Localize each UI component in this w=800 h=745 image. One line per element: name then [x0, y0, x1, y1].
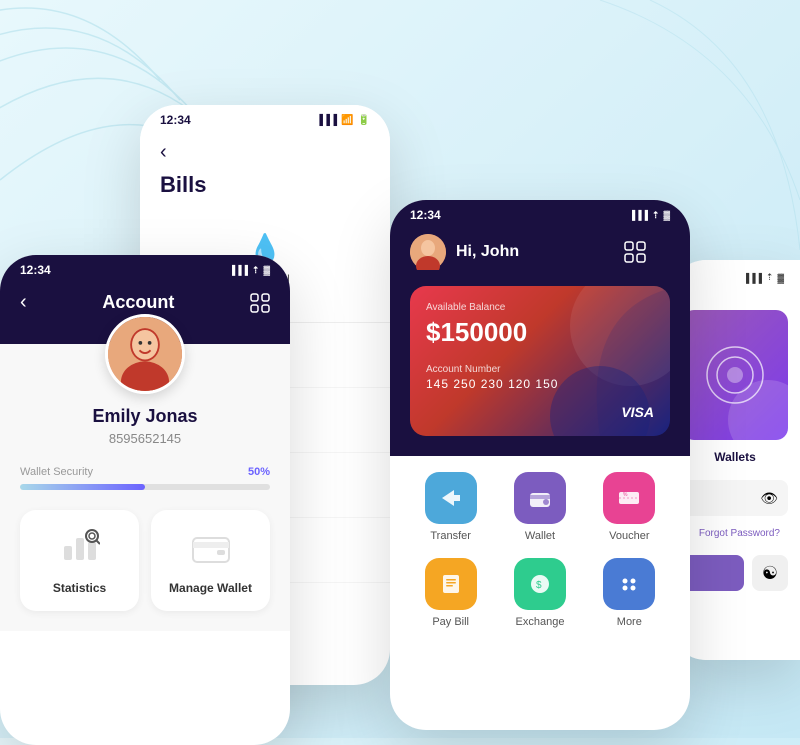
account-status-bar: 12:34 ▐▐▐ ⇡ ▓ [0, 255, 290, 281]
statistics-card[interactable]: Statistics [20, 510, 139, 611]
bills-header: ‹ Bills [140, 131, 390, 218]
card-brand: VISA [621, 404, 654, 420]
dashboard-grid-icon[interactable] [624, 241, 670, 263]
transfer-label: Transfer [430, 530, 471, 542]
action-cards: Statistics Manage Wallet [20, 510, 270, 611]
wifi-icon: 📶 [341, 115, 353, 126]
bills-back-arrow[interactable]: ‹ [160, 141, 370, 164]
manage-wallet-label: Manage Wallet [169, 581, 252, 595]
avatar-placeholder [108, 317, 182, 391]
dashboard-header: Hi, John [390, 226, 690, 286]
paybill-label: Pay Bill [432, 616, 469, 628]
more-icon [603, 558, 655, 610]
account-grid-icon[interactable] [250, 293, 270, 313]
right-field-1: 👁 [682, 480, 788, 516]
action-row-2: Pay Bill $ Exchange [406, 558, 674, 628]
forgot-password-link[interactable]: Forgot Password? [682, 528, 788, 539]
paybill-action[interactable]: Pay Bill [425, 558, 477, 628]
account-body: Emily Jonas 8595652145 Wallet Security 5… [0, 344, 290, 631]
user-number: 8595652145 [109, 431, 181, 446]
dashboard-status-icons: ▐▐▐ ⇡ ▓ [629, 210, 670, 221]
card-account-label: Account Number [426, 364, 654, 375]
bills-title: Bills [160, 172, 370, 198]
exchange-action[interactable]: $ Exchange [514, 558, 566, 628]
right-battery-icon: ▓ [777, 273, 784, 283]
transfer-action[interactable]: Transfer [425, 472, 477, 542]
statistics-label: Statistics [53, 581, 106, 595]
progress-bar [20, 484, 270, 490]
manage-wallet-icon [191, 526, 231, 573]
right-signal-icon: ▐▐▐ [743, 273, 762, 283]
paybill-icon [425, 558, 477, 610]
action-row-1: Transfer Wallet [406, 472, 674, 542]
action-grid: Transfer Wallet [390, 456, 690, 660]
dashboard-status-bar: 12:34 ▐▐▐ ⇡ ▓ [390, 200, 690, 226]
right-wifi-icon: ⇡ [766, 272, 774, 283]
signal-icon: ▐▐▐ [229, 265, 248, 275]
login-button[interactable] [682, 555, 744, 591]
right-status-icons: ▐▐▐ ⇡ ▓ [743, 272, 784, 283]
exchange-icon: $ [514, 558, 566, 610]
wallet-label: Wallet [525, 530, 555, 542]
progress-fill [20, 484, 145, 490]
dashboard-greeting: Hi, John [456, 243, 519, 261]
phone-account: 12:34 ▐▐▐ ⇡ ▓ ‹ Account [0, 255, 290, 745]
fingerprint-icon: ☯ [762, 563, 778, 584]
security-percent: 50% [248, 466, 270, 478]
voucher-label: Voucher [609, 530, 649, 542]
eye-icon[interactable]: 👁 [760, 490, 778, 507]
right-card-purple [682, 310, 788, 440]
signal-icon: ▐▐▐ [629, 210, 648, 220]
battery-icon: ▓ [663, 210, 670, 220]
more-label: More [617, 616, 642, 628]
voucher-action[interactable]: % Voucher [603, 472, 655, 542]
account-title: Account [102, 292, 174, 313]
security-section: Wallet Security 50% [20, 466, 270, 490]
transfer-icon [425, 472, 477, 524]
svg-text:%: % [623, 492, 628, 498]
exchange-label: Exchange [516, 616, 565, 628]
right-fields: 👁 Forgot Password? ☯ [682, 480, 788, 591]
card-section: Available Balance $150000 Account Number… [390, 286, 690, 456]
more-action[interactable]: More [603, 558, 655, 628]
account-back-arrow[interactable]: ‹ [20, 291, 27, 314]
account-status-time: 12:34 [20, 263, 51, 277]
bills-status-time: 12:34 [160, 113, 191, 127]
manage-wallet-card[interactable]: Manage Wallet [151, 510, 270, 611]
security-text: Wallet Security [20, 466, 93, 478]
card-balance-label: Available Balance [426, 302, 654, 313]
signal-icon: ▐▐▐ [316, 115, 337, 126]
auth-buttons: ☯ [682, 555, 788, 591]
phone-dashboard: 12:34 ▐▐▐ ⇡ ▓ Hi, John [390, 200, 690, 730]
fingerprint-button[interactable]: ☯ [752, 555, 788, 591]
voucher-icon: % [603, 472, 655, 524]
bills-status-icons: ▐▐▐ 📶 🔋 [316, 115, 370, 126]
security-label: Wallet Security 50% [20, 466, 270, 478]
wallet-action[interactable]: Wallet [514, 472, 566, 542]
user-avatar [105, 314, 185, 394]
credit-card: Available Balance $150000 Account Number… [410, 286, 670, 436]
statistics-icon [60, 526, 100, 573]
battery-icon: 🔋 [358, 115, 370, 126]
battery-icon: ▓ [263, 265, 270, 275]
svg-text:$: $ [536, 580, 542, 591]
account-status-icons: ▐▐▐ ⇡ ▓ [229, 265, 270, 276]
user-name: Emily Jonas [92, 406, 197, 427]
dashboard-status-time: 12:34 [410, 208, 441, 222]
wifi-icon: ⇡ [652, 210, 660, 221]
dashboard-avatar [410, 234, 446, 270]
wallet-icon [514, 472, 566, 524]
bills-status-bar: 12:34 ▐▐▐ 📶 🔋 [140, 105, 390, 131]
wifi-icon: ⇡ [252, 265, 260, 276]
